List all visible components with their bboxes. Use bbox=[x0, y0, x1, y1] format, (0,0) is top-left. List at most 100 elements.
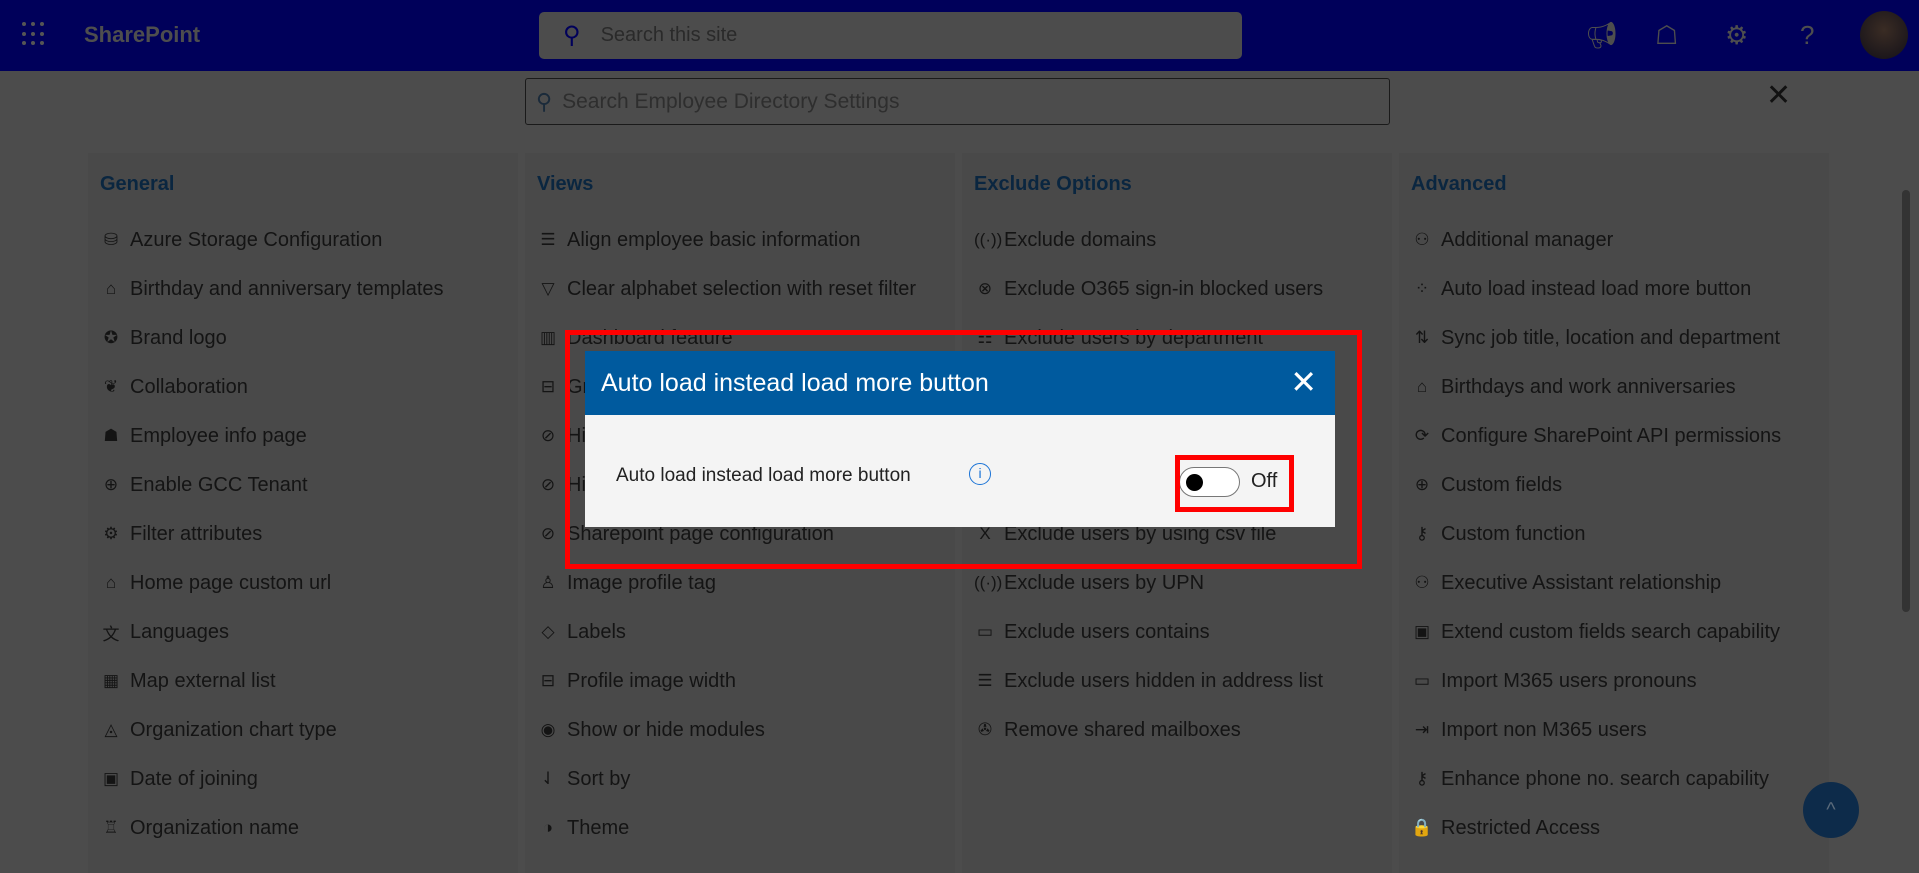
item-label: Custom function bbox=[1441, 522, 1586, 545]
settings-item[interactable]: ⌂ Birthdays and work anniversaries bbox=[1411, 372, 1736, 402]
settings-search-input[interactable]: ⚲ Search Employee Directory Settings bbox=[525, 78, 1390, 125]
gear-icon[interactable]: ⚙ bbox=[1725, 20, 1748, 51]
settings-item[interactable]: ⊗ Exclude O365 sign-in blocked users bbox=[974, 274, 1323, 304]
item-label: Sort by bbox=[567, 767, 631, 790]
column-heading: Views bbox=[537, 173, 594, 195]
item-icon: ⟳ bbox=[1414, 426, 1430, 445]
settings-item[interactable]: ((·)) Exclude users by UPN bbox=[974, 568, 1204, 598]
settings-item[interactable]: ◉ Show or hide modules bbox=[537, 715, 765, 745]
item-label: Enable GCC Tenant bbox=[130, 473, 308, 496]
settings-item[interactable]: ⚇ Executive Assistant relationship bbox=[1411, 568, 1721, 598]
settings-item[interactable]: ⊟ Profile image width bbox=[537, 666, 736, 696]
item-label: Show or hide modules bbox=[567, 718, 765, 741]
item-label: Azure Storage Configuration bbox=[130, 228, 383, 251]
settings-item[interactable]: ▭ Exclude users contains bbox=[974, 617, 1210, 647]
item-icon: ⊘ bbox=[540, 475, 556, 494]
settings-item[interactable]: ▽ Clear alphabet selection with reset fil… bbox=[537, 274, 916, 304]
settings-item[interactable]: ♖ Organization name bbox=[100, 813, 299, 843]
settings-item[interactable]: ⇅ Sync job title, location and department bbox=[1411, 323, 1780, 353]
settings-item[interactable]: ▭ Import M365 users pronouns bbox=[1411, 666, 1697, 696]
item-label: Organization name bbox=[130, 816, 299, 839]
item-label: Align employee basic information bbox=[567, 228, 861, 251]
item-label: Labels bbox=[567, 620, 626, 643]
item-label: Configure SharePoint API permissions bbox=[1441, 424, 1782, 447]
item-icon: ⊘ bbox=[540, 426, 556, 445]
settings-item[interactable]: ⇃ Sort by bbox=[537, 764, 630, 794]
item-label: Custom fields bbox=[1441, 473, 1563, 496]
item-label: Date of joining bbox=[130, 767, 258, 790]
item-label: Clear alphabet selection with reset filt… bbox=[567, 277, 917, 300]
settings-item[interactable]: ◇ Labels bbox=[537, 617, 626, 647]
settings-item[interactable]: 文 Languages bbox=[100, 617, 229, 647]
settings-item[interactable]: ✪ Brand logo bbox=[100, 323, 227, 353]
item-label: Organization chart type bbox=[130, 718, 337, 741]
help-icon[interactable]: ? bbox=[1800, 20, 1814, 51]
column-heading: Exclude Options bbox=[974, 173, 1132, 195]
megaphone-icon[interactable]: 📢︎ bbox=[1585, 20, 1618, 51]
settings-item[interactable]: ⇥ Import non M365 users bbox=[1411, 715, 1647, 745]
close-panel-button[interactable]: ✕ bbox=[1766, 78, 1791, 113]
settings-item[interactable]: ◑ Theme bbox=[537, 813, 629, 843]
top-bar: SharePoint ⚲ Search this site 📢︎ ☖ ⚙ ? bbox=[0, 0, 1919, 71]
settings-item[interactable]: ⚷ Custom function bbox=[1411, 519, 1586, 549]
item-icon: ⌂ bbox=[105, 573, 117, 592]
settings-item[interactable]: ⁘ Auto load instead load more button bbox=[1411, 274, 1751, 304]
item-icon: ⚷ bbox=[1415, 524, 1429, 543]
settings-item[interactable]: ⊕ Custom fields bbox=[1411, 470, 1562, 500]
site-search-box[interactable]: ⚲ Search this site bbox=[539, 12, 1242, 59]
scrollbar[interactable] bbox=[1902, 190, 1910, 612]
item-icon: ▦ bbox=[102, 671, 120, 690]
item-icon: ▭ bbox=[1413, 671, 1431, 690]
settings-item[interactable]: ▦ Map external list bbox=[100, 666, 276, 696]
settings-item[interactable]: ⚇ Additional manager bbox=[1411, 225, 1613, 255]
settings-item[interactable]: ⚷ Enhance phone no. search capability bbox=[1411, 764, 1769, 794]
settings-item[interactable]: ⟳ Configure SharePoint API permissions bbox=[1411, 421, 1781, 451]
item-label: Restricted Access bbox=[1441, 816, 1600, 839]
item-icon: ((·)) bbox=[974, 573, 1003, 592]
item-icon: ⁘ bbox=[1414, 279, 1430, 298]
settings-item[interactable]: ♙ Image profile tag bbox=[537, 568, 716, 598]
item-label: Enhance phone no. search capability bbox=[1441, 767, 1770, 790]
item-icon: ⊕ bbox=[103, 475, 119, 494]
avatar[interactable] bbox=[1860, 11, 1908, 59]
info-icon[interactable]: i bbox=[969, 463, 991, 485]
settings-item[interactable]: ☰ Align employee basic information bbox=[537, 225, 861, 255]
settings-item[interactable]: ▣ Extend custom fields search capability bbox=[1411, 617, 1780, 647]
item-icon: ♙ bbox=[540, 573, 556, 592]
item-icon: ▣ bbox=[102, 769, 120, 788]
scroll-to-top-button[interactable]: ^ bbox=[1803, 782, 1859, 838]
settings-item[interactable]: ☰ Exclude users hidden in address list bbox=[974, 666, 1323, 696]
item-icon: ☰ bbox=[540, 230, 556, 249]
item-label: Filter attributes bbox=[130, 522, 263, 545]
item-label: Extend custom fields search capability bbox=[1441, 620, 1781, 643]
item-icon: ⇥ bbox=[1414, 720, 1430, 739]
item-label: Exclude users contains bbox=[1004, 620, 1210, 643]
item-icon: ⊟ bbox=[540, 377, 556, 396]
item-icon: ⊕ bbox=[1414, 475, 1430, 494]
search-icon: ⚲ bbox=[563, 22, 581, 49]
settings-item[interactable]: ((·)) Exclude domains bbox=[974, 225, 1156, 255]
settings-item[interactable]: ⌂ Home page custom url bbox=[100, 568, 331, 598]
settings-item[interactable]: ❦ Collaboration bbox=[100, 372, 248, 402]
settings-item[interactable]: ⊕ Enable GCC Tenant bbox=[100, 470, 308, 500]
settings-item[interactable]: ⛁ Azure Storage Configuration bbox=[100, 225, 383, 255]
item-icon: ▥ bbox=[539, 328, 557, 347]
settings-item[interactable]: ✇ Remove shared mailboxes bbox=[974, 715, 1241, 745]
settings-item[interactable]: 🔒 Restricted Access bbox=[1411, 813, 1600, 843]
waffle-icon[interactable] bbox=[22, 22, 46, 46]
settings-item[interactable]: ▣ Date of joining bbox=[100, 764, 258, 794]
settings-item[interactable]: ⚙ Filter attributes bbox=[100, 519, 262, 549]
settings-item[interactable]: ◬ Organization chart type bbox=[100, 715, 337, 745]
item-label: Birthday and anniversary templates bbox=[130, 277, 444, 300]
item-icon: ✪ bbox=[103, 328, 119, 347]
close-icon[interactable]: ✕ bbox=[1290, 363, 1317, 401]
item-label: Remove shared mailboxes bbox=[1004, 718, 1241, 741]
settings-item[interactable]: ⌂ Birthday and anniversary templates bbox=[100, 274, 444, 304]
item-label: Brand logo bbox=[130, 326, 227, 349]
item-icon: ▽ bbox=[541, 279, 555, 298]
item-icon: ⊘ bbox=[540, 524, 556, 543]
settings-item[interactable]: ☗ Employee info page bbox=[100, 421, 306, 451]
feedback-icon[interactable]: ☖ bbox=[1655, 20, 1678, 51]
app-name[interactable]: SharePoint bbox=[84, 22, 200, 48]
item-icon: ⚇ bbox=[1414, 573, 1430, 592]
